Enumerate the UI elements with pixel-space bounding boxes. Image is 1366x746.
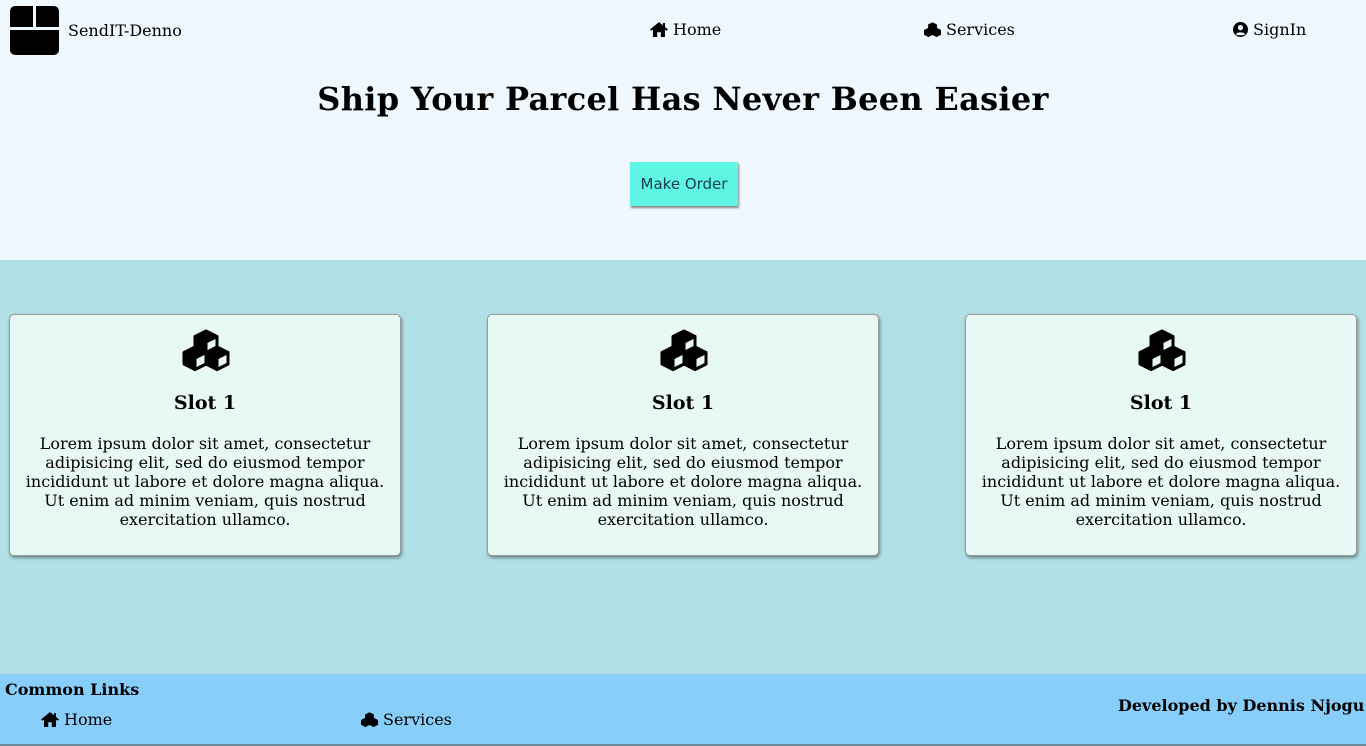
slot-description: Lorem ipsum dolor sit amet, consectetur … (25, 434, 385, 529)
slot-title: Slot 1 (651, 392, 715, 414)
nav-services-label: Services (946, 20, 1015, 39)
nav-home-link[interactable]: Home (650, 20, 721, 39)
slot-title: Slot 1 (1129, 392, 1193, 414)
cubes-icon (924, 22, 941, 37)
slot-description: Lorem ipsum dolor sit amet, consectetur … (503, 434, 863, 529)
home-icon (650, 22, 668, 37)
footer-heading: Common Links (5, 680, 140, 699)
footer-home-link[interactable]: Home (41, 710, 112, 729)
make-order-button[interactable]: Make Order (630, 162, 738, 206)
user-circle-icon (1233, 22, 1248, 37)
footer-home-label: Home (64, 710, 113, 729)
hero-title: Ship Your Parcel Has Never Been Easier (317, 80, 1049, 118)
developer-credit: Developed by Dennis Njogu (1118, 696, 1365, 715)
slot-description: Lorem ipsum dolor sit amet, consectetur … (981, 434, 1341, 529)
nav-home-label: Home (673, 20, 722, 39)
nav-signin-label: SignIn (1253, 20, 1307, 39)
box-logo-icon (10, 6, 59, 55)
nav-signin-link[interactable]: SignIn (1233, 20, 1306, 39)
slot-title: Slot 1 (173, 392, 237, 414)
brand-name: SendIT-Denno (68, 20, 182, 40)
slot-card: Slot 1 Lorem ipsum dolor sit amet, conse… (965, 314, 1357, 556)
footer-services-label: Services (383, 710, 452, 729)
home-icon (41, 712, 59, 727)
footer-services-link[interactable]: Services (361, 710, 452, 729)
cubes-icon (182, 329, 230, 371)
brand[interactable]: SendIT-Denno (10, 6, 182, 55)
slots-section: Slot 1 Lorem ipsum dolor sit amet, conse… (0, 260, 1366, 674)
cubes-icon (361, 712, 378, 727)
slot-card: Slot 1 Lorem ipsum dolor sit amet, conse… (487, 314, 879, 556)
nav-services-link[interactable]: Services (924, 20, 1015, 39)
cubes-icon (660, 329, 708, 371)
navbar: SendIT-Denno Home Services SignIn (0, 0, 1366, 60)
slot-card: Slot 1 Lorem ipsum dolor sit amet, conse… (9, 314, 401, 556)
footer: Common Links Home Services Developed by … (0, 674, 1366, 746)
cubes-icon (1138, 329, 1186, 371)
